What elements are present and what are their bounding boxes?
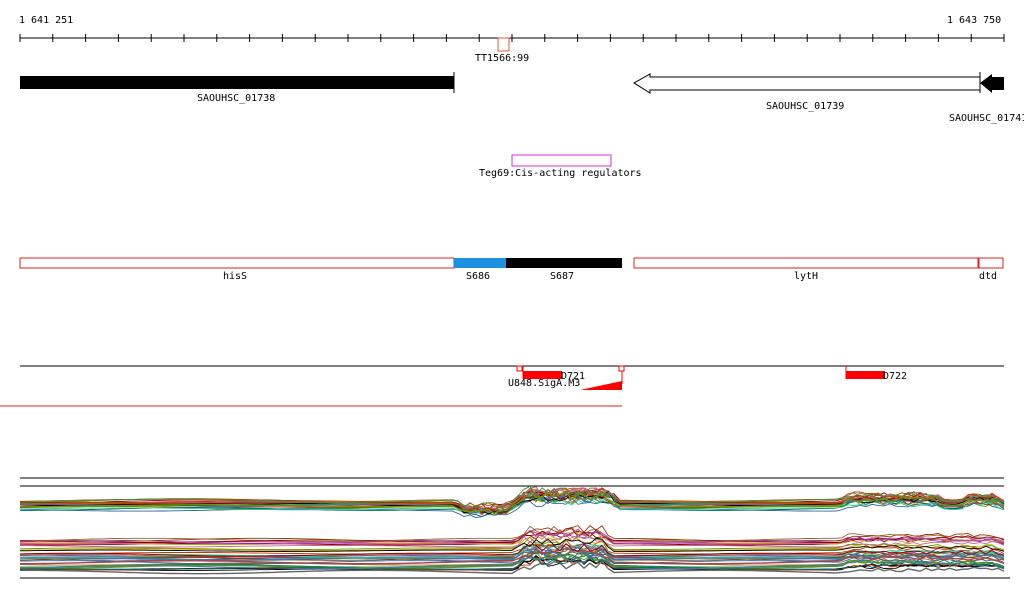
segment-track: hisS S686 S687 lytH dtd — [19, 257, 1004, 282]
promoter-label: U848.SigA.M3 — [508, 378, 580, 389]
gene-saouhsc-01741-label: SAOUHSC_01741 — [949, 113, 1024, 124]
profile-panel-lower — [19, 524, 1005, 575]
segment-lyth[interactable] — [633, 257, 979, 269]
segment-s687[interactable] — [506, 258, 622, 268]
segment-hiss[interactable] — [19, 257, 455, 269]
segment-s686[interactable] — [454, 258, 506, 268]
gene-saouhsc-01739[interactable] — [633, 73, 981, 94]
terminator-marker[interactable] — [497, 37, 510, 52]
segment-hiss-label: hisS — [223, 271, 247, 282]
feature-small-box-right — [618, 365, 625, 372]
feature-small-box-left — [516, 365, 523, 372]
genome-browser-view: 1 641 251 1 643 750 TT1566:99 SAOUHSC_01… — [0, 15, 1024, 579]
feature-d722-label: D722 — [883, 371, 907, 382]
segment-s687-label: S687 — [550, 271, 574, 282]
segment-dtd[interactable] — [978, 257, 1004, 269]
segment-lyth-label: lytH — [794, 271, 818, 282]
expression-profile-track — [19, 477, 1010, 579]
ruler-start-label: 1 641 251 — [19, 15, 73, 26]
feature-track: D721 D722 U848.SigA.M3 — [0, 365, 1004, 407]
cis-regulator-label: Teg69:Cis-acting regulators — [479, 168, 642, 179]
terminator-feature[interactable]: TT1566:99 — [475, 37, 529, 64]
cis-regulator-box[interactable] — [511, 154, 612, 167]
segment-dtd-label: dtd — [979, 271, 997, 282]
profile-panel-upper — [19, 485, 1005, 519]
cis-regulator-feature[interactable]: Teg69:Cis-acting regulators — [479, 154, 642, 179]
ruler-end-label: 1 643 750 — [947, 15, 1001, 26]
coordinate-ruler: 1 641 251 1 643 750 — [19, 15, 1005, 42]
terminator-label: TT1566:99 — [475, 53, 529, 64]
gene-saouhsc-01739-label: SAOUHSC_01739 — [766, 101, 844, 112]
gene-saouhsc-01738[interactable] — [20, 76, 454, 89]
feature-d722[interactable] — [846, 371, 885, 379]
gene-track: SAOUHSC_01738 SAOUHSC_01739 SAOUHSC_0174… — [20, 72, 1024, 124]
promoter-wedge[interactable] — [580, 381, 622, 390]
segment-s686-label: S686 — [466, 271, 490, 282]
gene-saouhsc-01738-label: SAOUHSC_01738 — [197, 93, 275, 104]
gene-saouhsc-01741[interactable] — [980, 74, 1004, 93]
